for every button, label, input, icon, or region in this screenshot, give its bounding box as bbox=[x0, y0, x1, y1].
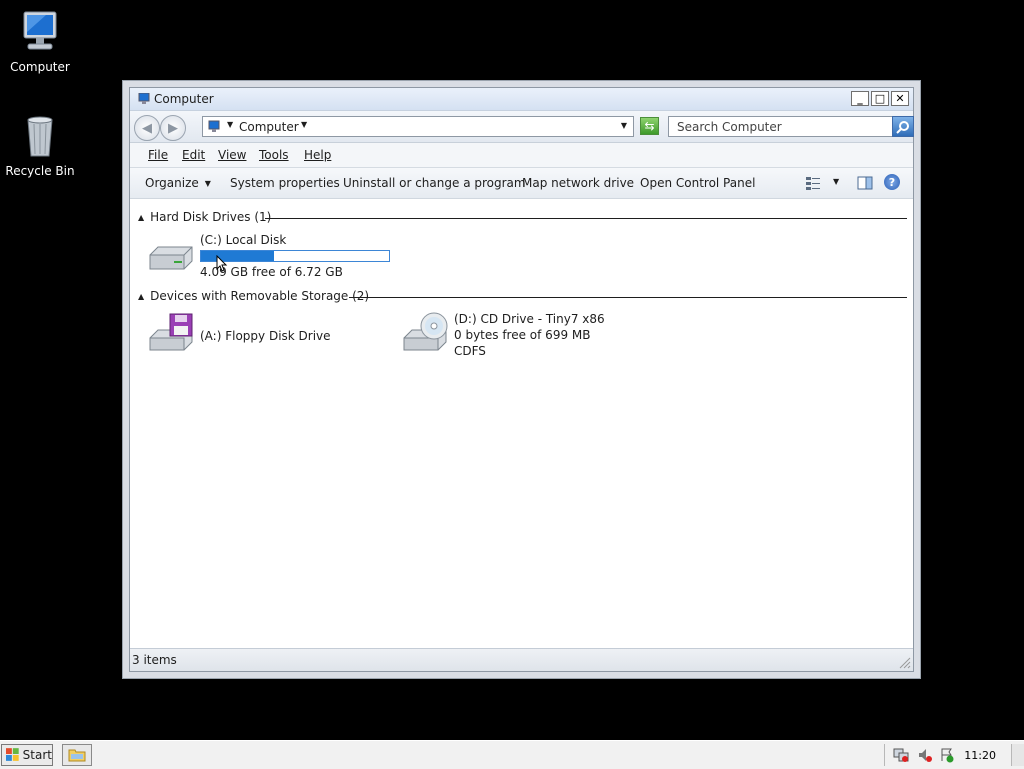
refresh-icon: ⇆ bbox=[644, 119, 655, 133]
start-button[interactable]: Start bbox=[1, 744, 53, 766]
taskbar-explorer-button[interactable] bbox=[62, 744, 92, 766]
group-label: Devices with Removable Storage (2) bbox=[150, 289, 370, 303]
breadcrumb-computer[interactable]: Computer bbox=[239, 120, 299, 134]
title-bar[interactable]: Computer _ □ ✕ bbox=[130, 88, 913, 111]
menu-bar: File Edit View Tools Help bbox=[130, 143, 913, 168]
forward-button[interactable]: ▶ bbox=[160, 115, 186, 141]
group-header-removable[interactable]: ▲ Devices with Removable Storage (2) bbox=[138, 289, 369, 303]
action-center-icon[interactable] bbox=[939, 747, 955, 766]
search-icon bbox=[896, 120, 909, 134]
preview-pane-icon[interactable] bbox=[856, 174, 874, 192]
chevron-down-icon: ▼ bbox=[204, 179, 211, 188]
group-header-hard-disks[interactable]: ▲ Hard Disk Drives (1) bbox=[138, 210, 271, 224]
menu-help[interactable]: Help bbox=[304, 148, 331, 162]
minimize-icon: _ bbox=[857, 92, 863, 105]
search-button[interactable] bbox=[892, 116, 914, 137]
minimize-button[interactable]: _ bbox=[851, 91, 869, 106]
drive-c-name: (C:) Local Disk bbox=[200, 233, 287, 247]
desktop-icon-label: Computer bbox=[10, 60, 70, 74]
system-tray: 11:20 bbox=[884, 744, 1024, 766]
maximize-button[interactable]: □ bbox=[871, 91, 889, 106]
command-bar: Organize ▼ System properties Uninstall or… bbox=[130, 168, 913, 199]
drive-c[interactable]: (C:) Local Disk 4.09 GB free of 6.72 GB bbox=[146, 233, 396, 281]
forward-arrow-icon: ▶ bbox=[168, 120, 178, 136]
drive-d[interactable]: (D:) CD Drive - Tiny7 x86 0 bytes free o… bbox=[400, 312, 650, 360]
search-box[interactable]: Search Computer bbox=[668, 116, 914, 137]
views-icon[interactable] bbox=[804, 174, 822, 192]
taskbar: Start 11:20 bbox=[0, 740, 1024, 769]
drive-d-name: (D:) CD Drive - Tiny7 x86 bbox=[454, 312, 605, 326]
volume-icon[interactable] bbox=[917, 747, 933, 766]
drive-a[interactable]: (A:) Floppy Disk Drive bbox=[146, 312, 386, 360]
floppy-drive-icon bbox=[146, 312, 194, 360]
search-input[interactable]: Search Computer bbox=[677, 120, 782, 134]
address-dropdown-icon[interactable]: ▼ bbox=[621, 121, 627, 130]
group-divider bbox=[265, 218, 907, 219]
group-divider bbox=[349, 297, 907, 298]
navigation-bar: ◀ ▶ ▼ Computer ▼ ▼ ⇆ Search Computer bbox=[130, 111, 914, 143]
usage-bar-fill bbox=[201, 251, 275, 261]
maximize-icon: □ bbox=[874, 92, 886, 105]
menu-file[interactable]: File bbox=[148, 148, 168, 162]
map-network-drive-button[interactable]: Map network drive bbox=[522, 176, 634, 190]
start-label: Start bbox=[22, 748, 52, 762]
close-icon: ✕ bbox=[895, 92, 905, 105]
desktop-icon-recycle-bin[interactable]: Recycle Bin bbox=[0, 112, 80, 178]
uninstall-program-button[interactable]: Uninstall or change a program bbox=[343, 176, 526, 190]
window-frame: Computer _ □ ✕ ◀ ▶ ▼ Computer ▼ ▼ ⇆ Sear… bbox=[129, 87, 914, 672]
chevron-down-icon[interactable]: ▼ bbox=[301, 120, 307, 129]
system-properties-button[interactable]: System properties bbox=[230, 176, 340, 190]
drive-c-free-space: 4.09 GB free of 6.72 GB bbox=[200, 265, 343, 279]
hard-drive-icon bbox=[146, 233, 194, 281]
address-bar[interactable]: ▼ Computer ▼ ▼ bbox=[202, 116, 634, 137]
computer-icon bbox=[16, 8, 64, 56]
show-desktop-button[interactable] bbox=[1011, 744, 1024, 766]
desktop-icon-computer[interactable]: Computer bbox=[0, 8, 80, 74]
mouse-cursor-icon bbox=[216, 255, 228, 272]
close-button[interactable]: ✕ bbox=[891, 91, 909, 106]
collapse-triangle-icon: ▲ bbox=[138, 212, 145, 222]
open-control-panel-button[interactable]: Open Control Panel bbox=[640, 176, 755, 190]
folder-icon bbox=[68, 749, 86, 762]
desktop-icon-label: Recycle Bin bbox=[5, 164, 75, 178]
breadcrumb-arrow-icon[interactable]: ▼ bbox=[227, 120, 233, 129]
organize-button[interactable]: Organize ▼ bbox=[145, 176, 211, 190]
item-count: 3 items bbox=[132, 653, 177, 667]
group-label: Hard Disk Drives (1) bbox=[150, 210, 272, 224]
drive-d-free-space: 0 bytes free of 699 MB bbox=[454, 328, 591, 342]
drive-d-filesystem: CDFS bbox=[454, 344, 486, 358]
status-bar: 3 items bbox=[130, 648, 913, 671]
views-dropdown-icon[interactable]: ▼ bbox=[833, 177, 839, 186]
resize-grip-icon[interactable] bbox=[899, 657, 911, 669]
recycle-bin-icon bbox=[16, 112, 64, 160]
refresh-button[interactable]: ⇆ bbox=[640, 117, 659, 135]
computer-icon bbox=[207, 120, 221, 133]
back-arrow-icon: ◀ bbox=[142, 120, 152, 136]
menu-edit[interactable]: Edit bbox=[182, 148, 205, 162]
window-title: Computer bbox=[154, 92, 214, 106]
back-button[interactable]: ◀ bbox=[134, 115, 160, 141]
computer-icon bbox=[138, 92, 150, 104]
drive-a-name: (A:) Floppy Disk Drive bbox=[200, 329, 331, 343]
collapse-triangle-icon: ▲ bbox=[138, 291, 145, 301]
network-icon[interactable] bbox=[893, 747, 909, 766]
menu-tools[interactable]: Tools bbox=[259, 148, 289, 162]
menu-view[interactable]: View bbox=[218, 148, 246, 162]
help-icon[interactable]: ? bbox=[884, 174, 900, 190]
windows-logo-icon bbox=[6, 748, 19, 761]
explorer-window: Computer _ □ ✕ ◀ ▶ ▼ Computer ▼ ▼ ⇆ Sear… bbox=[122, 80, 921, 679]
clock[interactable]: 11:20 bbox=[964, 749, 996, 762]
drive-c-usage-bar bbox=[200, 250, 390, 262]
cd-drive-icon bbox=[400, 312, 448, 360]
